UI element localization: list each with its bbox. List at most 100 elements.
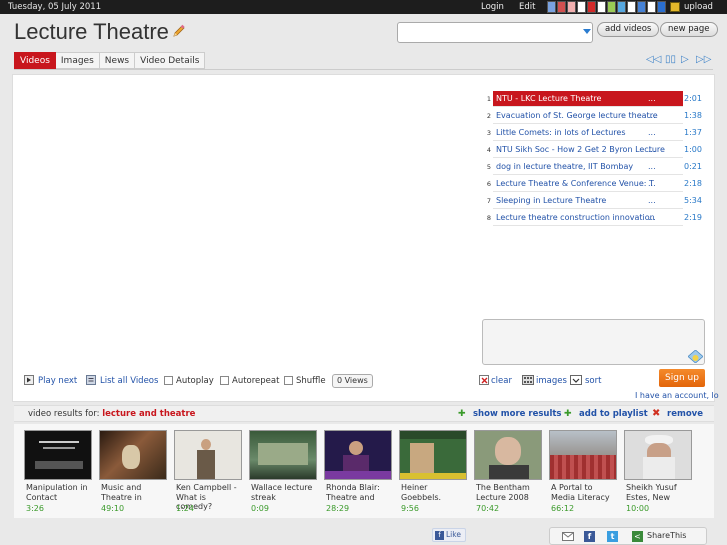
result-card[interactable]: A Portal to Media Literacy 66:12 [539, 426, 617, 516]
playlist-item[interactable]: 2 Evacuation of St. George lecture theat… [481, 108, 705, 124]
result-title[interactable]: The Bentham Lecture 2008 [476, 483, 542, 502]
search-dropdown-icon[interactable] [583, 29, 591, 34]
theme-swatch[interactable] [597, 1, 606, 13]
result-title[interactable]: Manipulation in Contact [26, 483, 92, 502]
list-all-videos-link[interactable]: List all Videos [100, 373, 158, 389]
result-title[interactable]: Sheikh Yusuf Estes, New [626, 483, 692, 502]
result-card[interactable]: Sheikh Yusuf Estes, New 10:00 [614, 426, 692, 516]
fast-forward-icon[interactable]: ▷▷ [696, 54, 711, 65]
comment-input[interactable] [482, 319, 705, 365]
playlist-item[interactable]: 3 Little Comets: in lots of Lectures ...… [481, 125, 705, 141]
tab-news[interactable]: News [99, 52, 136, 69]
results-label: video results for: lecture and theatre [28, 409, 195, 419]
video-thumbnail[interactable] [24, 430, 92, 480]
email-icon[interactable] [562, 531, 574, 542]
sharethis-icon[interactable]: < [632, 531, 643, 542]
autorepeat-checkbox[interactable] [220, 376, 229, 385]
account-login-link[interactable]: I have an account, lo [635, 391, 727, 400]
playlist-item[interactable]: 8 Lecture theatre construction innovatio… [481, 210, 705, 226]
facebook-like-button[interactable]: f Like [432, 528, 466, 542]
theme-swatch[interactable] [637, 1, 646, 13]
playlist-number: 8 [486, 214, 491, 222]
plus-icon: ✚ [458, 409, 466, 419]
result-title[interactable]: Rhonda Blair: Theatre and [326, 483, 392, 502]
login-link[interactable]: Login [481, 2, 504, 12]
video-thumbnail[interactable] [174, 430, 242, 480]
play-next-icon[interactable] [24, 375, 34, 385]
playlist-number: 2 [486, 112, 491, 120]
tab-video-details[interactable]: Video Details [135, 52, 206, 69]
tab-images[interactable]: Images [55, 52, 100, 69]
player-controls: Play next List all Videos Autoplay Autor… [24, 373, 484, 389]
result-card[interactable]: Heiner Goebbels. 9:56 [389, 426, 467, 516]
list-icon[interactable] [86, 375, 96, 385]
video-thumbnail[interactable] [624, 430, 692, 480]
video-thumbnail[interactable] [324, 430, 392, 480]
rewind-icon[interactable]: ◁◁ [646, 54, 661, 65]
twitter-icon[interactable]: t [607, 531, 618, 542]
remove-link[interactable]: remove [667, 409, 703, 419]
sort-link[interactable]: sort [585, 373, 601, 389]
add-to-playlist-link[interactable]: add to playlist [579, 409, 648, 419]
result-duration: 10:00 [626, 504, 650, 513]
theme-swatch[interactable] [627, 1, 636, 13]
video-thumbnail[interactable] [399, 430, 467, 480]
theme-swatch[interactable] [547, 1, 556, 13]
play-icon[interactable]: ▷ [681, 54, 689, 65]
playlist-ellipsis: ... [648, 111, 656, 120]
sharethis-label[interactable]: ShareThis [647, 531, 686, 540]
sign-up-button[interactable]: Sign up [659, 369, 705, 387]
theme-swatch[interactable] [587, 1, 596, 13]
clear-icon[interactable] [479, 375, 489, 385]
images-link[interactable]: images [536, 373, 567, 389]
playlist-number: 4 [486, 146, 491, 154]
result-card[interactable]: Manipulation in Contact 3:26 [14, 426, 92, 516]
smiley-icon[interactable] [688, 350, 703, 363]
video-thumbnail[interactable] [549, 430, 617, 480]
playlist-item[interactable]: 1 NTU - LKC Lecture Theatre ... 2:01 [481, 91, 705, 107]
clear-link[interactable]: clear [491, 373, 512, 389]
playlist-item[interactable]: 7 Sleeping in Lecture Theatre ... 5:34 [481, 193, 705, 209]
video-thumbnail[interactable] [99, 430, 167, 480]
result-card[interactable]: The Bentham Lecture 2008 70:42 [464, 426, 542, 516]
search-input[interactable] [397, 22, 593, 43]
playlist-item[interactable]: 5 dog in lecture theatre, IIT Bombay ...… [481, 159, 705, 175]
play-next-link[interactable]: Play next [38, 373, 77, 389]
video-thumbnail[interactable] [249, 430, 317, 480]
edit-link[interactable]: Edit [519, 2, 535, 12]
new-page-button[interactable]: new page [660, 22, 718, 37]
playlist-number: 6 [486, 180, 491, 188]
video-results: Manipulation in Contact 3:26 Music and T… [14, 424, 714, 518]
add-videos-button[interactable]: add videos [597, 22, 660, 37]
images-icon[interactable] [522, 375, 534, 385]
video-thumbnail[interactable] [474, 430, 542, 480]
shuffle-checkbox[interactable] [284, 376, 293, 385]
result-card[interactable]: Wallace lecture streak 0:09 [239, 426, 317, 516]
upload-link[interactable]: upload [684, 2, 713, 12]
theme-swatch[interactable] [577, 1, 586, 13]
playlist-item[interactable]: 6 Lecture Theatre & Conference Venue: T … [481, 176, 705, 192]
theme-swatch[interactable] [647, 1, 656, 13]
tab-videos[interactable]: Videos [14, 52, 56, 69]
result-card[interactable]: Rhonda Blair: Theatre and 28:29 [314, 426, 392, 516]
result-title[interactable]: Music and Theatre in [101, 483, 167, 502]
result-card[interactable]: Music and Theatre in 49:10 [89, 426, 167, 516]
theme-swatch[interactable] [607, 1, 616, 13]
result-card[interactable]: Ken Campbell - What is comedy? 1:24 [164, 426, 242, 516]
facebook-share-icon[interactable]: f [584, 531, 595, 542]
autoplay-checkbox[interactable] [164, 376, 173, 385]
playlist-ellipsis: ... [648, 179, 656, 188]
theme-swatch[interactable] [617, 1, 626, 13]
result-title[interactable]: A Portal to Media Literacy [551, 483, 617, 502]
upload-icon[interactable] [670, 2, 680, 12]
pencil-icon[interactable] [172, 24, 186, 38]
show-more-results-link[interactable]: show more results [473, 409, 561, 419]
result-title[interactable]: Heiner Goebbels. [401, 483, 467, 502]
theme-swatch[interactable] [557, 1, 566, 13]
sort-icon[interactable] [570, 375, 582, 385]
pause-icon[interactable]: ▯▯ [665, 54, 676, 65]
theme-swatch[interactable] [657, 1, 666, 13]
result-title[interactable]: Wallace lecture streak [251, 483, 317, 502]
playlist-item[interactable]: 4 NTU Sikh Soc - How 2 Get 2 Byron Lectu… [481, 142, 705, 158]
theme-swatch[interactable] [567, 1, 576, 13]
